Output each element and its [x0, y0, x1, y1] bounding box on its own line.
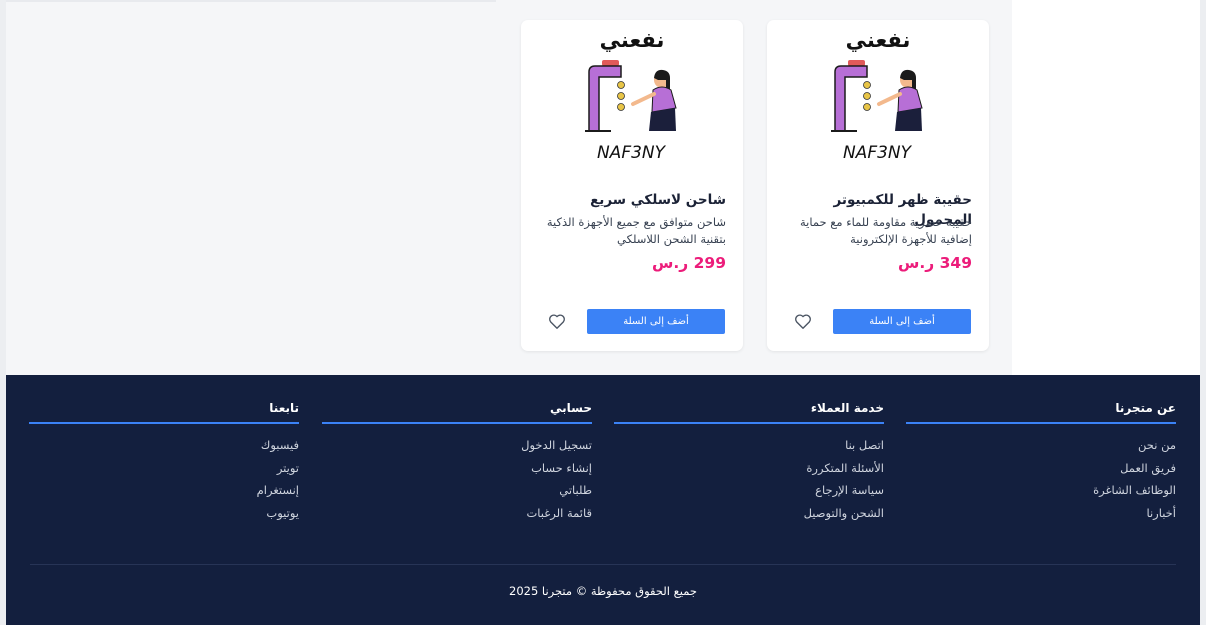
window-frame-right — [1200, 0, 1206, 625]
footer-link[interactable]: سياسة الإرجاع — [614, 479, 884, 502]
footer-divider — [30, 564, 1176, 565]
heart-icon[interactable] — [548, 313, 566, 330]
footer-link[interactable]: أخبارنا — [906, 502, 1176, 525]
footer-column-title: تابعنا — [29, 400, 299, 424]
footer-link[interactable]: الوظائف الشاغرة — [906, 479, 1176, 502]
footer-link[interactable]: قائمة الرغبات — [322, 502, 592, 525]
product-description: حقيبة عصرية مقاومة للماء مع حماية إضافية… — [800, 215, 972, 246]
product-price: 349 ر.س — [898, 254, 972, 272]
footer-link[interactable]: الشحن والتوصيل — [614, 502, 884, 525]
side-panel — [1012, 0, 1200, 375]
logo-illustration — [585, 60, 677, 132]
product-card[interactable]: نفعني NAF3NY شاحن لاسلكي سريع شاحن متواف… — [521, 20, 743, 351]
brand-logo-latin: NAF3NY — [843, 143, 913, 163]
footer-link[interactable]: فريق العمل — [906, 457, 1176, 480]
footer-column-account: حسابي تسجيل الدخول إنشاء حساب طلباتي قائ… — [322, 400, 592, 524]
footer-column-about: عن متجرنا من نحن فريق العمل الوظائف الشا… — [906, 400, 1176, 524]
add-to-cart-button[interactable]: أضف إلى السلة — [587, 309, 725, 334]
footer-link[interactable]: اتصل بنا — [614, 434, 884, 457]
product-description: شاحن متوافق مع جميع الأجهزة الذكية بتقني… — [546, 215, 726, 246]
brand-logo-arabic: نفعني — [600, 28, 665, 52]
footer-link[interactable]: من نحن — [906, 434, 1176, 457]
product-image: نفعني NAF3NY — [831, 28, 923, 163]
logo-illustration — [831, 60, 923, 132]
footer-link[interactable]: تسجيل الدخول — [322, 434, 592, 457]
footer-link[interactable]: إنشاء حساب — [322, 457, 592, 480]
product-card[interactable]: نفعني NAF3NY حقيبة ظهر للكمبيوتر المحمول… — [767, 20, 989, 351]
footer-link[interactable]: الأسئلة المتكررة — [614, 457, 884, 480]
product-image: نفعني NAF3NY — [585, 28, 677, 163]
footer-column-title: حسابي — [322, 400, 592, 424]
footer-column-customer-service: خدمة العملاء اتصل بنا الأسئلة المتكررة س… — [614, 400, 884, 524]
brand-logo-arabic: نفعني — [846, 28, 911, 52]
add-to-cart-button[interactable]: أضف إلى السلة — [833, 309, 971, 334]
brand-logo-latin: NAF3NY — [597, 143, 667, 163]
footer-link[interactable]: يوتيوب — [29, 502, 299, 525]
site-footer: عن متجرنا من نحن فريق العمل الوظائف الشا… — [6, 375, 1200, 625]
footer-link[interactable]: تويتر — [29, 457, 299, 480]
section-top-border — [6, 0, 496, 2]
footer-column-title: عن متجرنا — [906, 400, 1176, 424]
footer-link[interactable]: إنستغرام — [29, 479, 299, 502]
copyright-text: جميع الحقوق محفوظة © متجرنا 2025 — [509, 584, 697, 598]
footer-column-follow: تابعنا فيسبوك تويتر إنستغرام يوتيوب — [29, 400, 299, 524]
footer-link[interactable]: فيسبوك — [29, 434, 299, 457]
heart-icon[interactable] — [794, 313, 812, 330]
footer-column-title: خدمة العملاء — [614, 400, 884, 424]
product-price: 299 ر.س — [652, 254, 726, 272]
product-title[interactable]: شاحن لاسلكي سريع — [526, 190, 726, 210]
footer-link[interactable]: طلباتي — [322, 479, 592, 502]
